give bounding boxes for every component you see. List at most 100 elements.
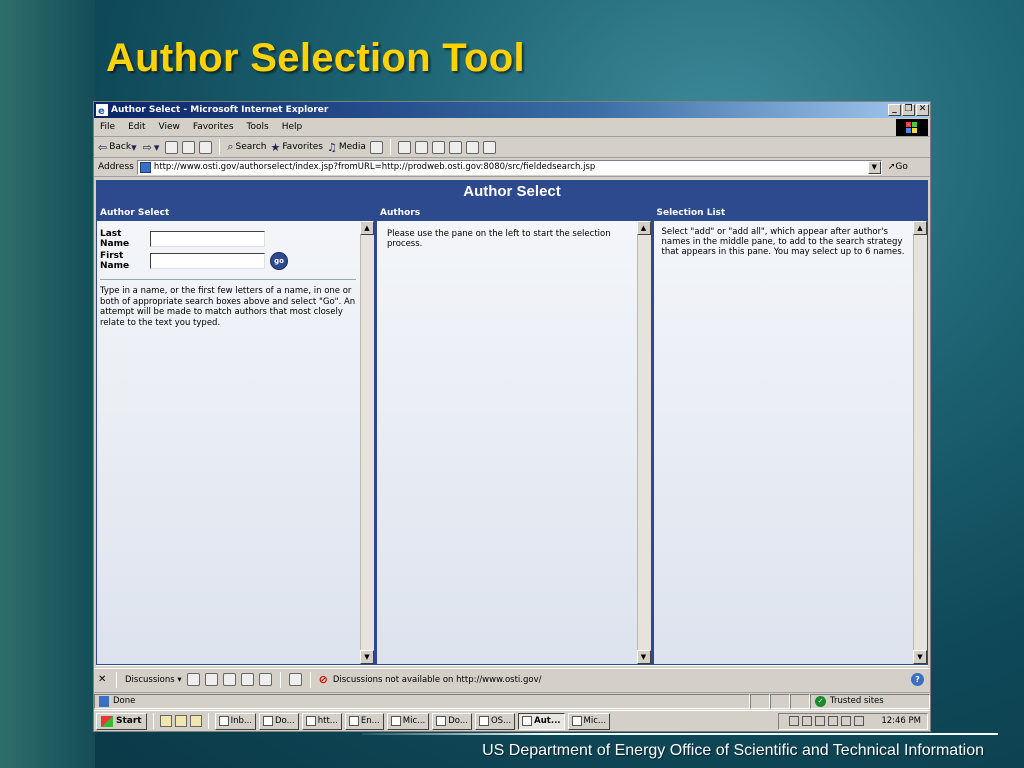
discussions-menu[interactable]: Discussions ▾ (125, 675, 182, 685)
last-name-input[interactable] (150, 231, 265, 247)
history-icon[interactable] (369, 140, 383, 154)
volume-icon[interactable] (789, 716, 800, 726)
task-button[interactable]: Mic... (567, 712, 611, 730)
app-icon (305, 716, 316, 726)
close-button[interactable]: ✕ (916, 104, 929, 116)
svg-text:e: e (98, 106, 105, 116)
slide-background (0, 0, 95, 768)
discussion-tool-icon[interactable] (258, 673, 272, 686)
task-button[interactable]: Inb... (214, 712, 257, 730)
refresh-icon[interactable] (182, 140, 196, 154)
tray-app-icon[interactable] (828, 716, 839, 726)
scroll-up-icon[interactable]: ▲ (636, 221, 651, 235)
menu-view[interactable]: View (159, 122, 180, 132)
task-button[interactable]: OS... (474, 712, 516, 730)
outlook-icon[interactable] (174, 715, 187, 727)
scroll-down-icon[interactable]: ▼ (913, 650, 927, 664)
help-icon[interactable]: ? (911, 673, 924, 686)
status-text: Done (113, 696, 136, 706)
menu-favorites[interactable]: Favorites (193, 122, 234, 132)
page-content: Author Select Author Select Last Name Fi… (96, 180, 928, 666)
menu-edit[interactable]: Edit (128, 122, 145, 132)
forward-arrow-icon: ⇨ (142, 140, 152, 154)
network-icon[interactable] (802, 716, 813, 726)
tray-app-icon[interactable] (815, 716, 826, 726)
system-tray: 12:46 PM (778, 712, 928, 730)
app-icon (436, 716, 447, 726)
window-title: Author Select - Microsoft Internet Explo… (111, 105, 329, 115)
start-button[interactable]: Start (96, 712, 147, 730)
go-button[interactable]: ➚Go (888, 162, 908, 172)
address-label: Address (98, 162, 134, 172)
task-button[interactable]: Do... (259, 712, 299, 730)
discussion-tool-icon[interactable] (222, 673, 236, 686)
research-icon[interactable] (482, 140, 496, 154)
toolbar-separator (279, 671, 281, 688)
ie-launch-icon[interactable] (189, 715, 202, 727)
menu-tools[interactable]: Tools (247, 122, 269, 132)
first-name-label: First Name (100, 251, 130, 271)
scroll-down-icon[interactable]: ▼ (360, 650, 374, 664)
standard-toolbar: ⇦ Back ▾ ⇨ ▾ ⌕ Search ★ Favorites ♫ Media (94, 137, 930, 158)
help-text: Type in a name, or the first few letters… (100, 286, 356, 328)
maximize-button[interactable]: ❐ (902, 104, 915, 116)
windows-logo-icon (896, 119, 928, 136)
scroll-down-icon[interactable]: ▼ (636, 650, 651, 664)
home-icon[interactable] (199, 140, 213, 154)
app-icon (263, 716, 274, 726)
status-text-cell: Done (94, 693, 750, 709)
print-icon[interactable] (414, 140, 428, 154)
scrollbar[interactable]: ▲ ▼ (360, 221, 374, 664)
back-button[interactable]: ⇦ Back ▾ (98, 141, 139, 154)
toolbar-separator (152, 713, 154, 729)
language-icon[interactable] (854, 716, 865, 726)
divider (100, 279, 356, 280)
close-icon[interactable]: ✕ (98, 674, 108, 685)
mail-icon[interactable] (397, 140, 411, 154)
search-button[interactable]: ⌕ Search (227, 140, 266, 154)
browser-window: e Author Select - Microsoft Internet Exp… (93, 101, 931, 732)
address-input[interactable]: http://www.osti.gov/authorselect/index.j… (136, 159, 882, 175)
stop-icon[interactable] (165, 140, 179, 154)
address-url: http://www.osti.gov/authorselect/index.j… (153, 162, 596, 172)
discussion-tool-icon[interactable] (240, 673, 254, 686)
address-dropdown-icon[interactable]: ▼ (867, 160, 881, 174)
panes-container: Author Select Last Name First Name go Ty… (96, 204, 928, 665)
task-button[interactable]: Do... (432, 712, 472, 730)
task-button[interactable]: htt... (301, 712, 342, 730)
subscribe-icon[interactable] (288, 673, 302, 686)
scrollbar[interactable]: ▲ ▼ (913, 221, 927, 664)
go-search-button[interactable]: go (270, 252, 288, 270)
menu-file[interactable]: File (100, 122, 115, 132)
task-button[interactable]: En... (344, 712, 384, 730)
media-icon: ♫ (326, 140, 337, 154)
app-icon (218, 716, 229, 726)
toolbar-separator (309, 671, 311, 688)
ie-logo-icon: e (96, 104, 108, 116)
page-icon (139, 161, 151, 173)
author-select-body: Last Name First Name go Type in a name, … (97, 221, 374, 664)
edit-icon[interactable] (431, 140, 445, 154)
app-icon (390, 716, 401, 726)
slide-footer: US Department of Energy Office of Scient… (482, 742, 984, 759)
task-button[interactable]: Mic... (386, 712, 430, 730)
tray-app-icon[interactable] (841, 716, 852, 726)
task-button-active[interactable]: Aut... (518, 712, 565, 730)
first-name-input[interactable] (150, 253, 265, 269)
status-cell (750, 693, 770, 709)
forward-button[interactable]: ⇨ ▾ (143, 141, 162, 154)
menu-help[interactable]: Help (282, 122, 303, 132)
scrollbar[interactable]: ▲ ▼ (636, 221, 651, 664)
toolbar-separator (389, 139, 391, 155)
discuss-icon[interactable] (448, 140, 462, 154)
minimize-button[interactable]: _ (888, 104, 901, 116)
favorites-button[interactable]: ★ Favorites (270, 141, 323, 154)
media-button[interactable]: ♫ Media (327, 141, 366, 154)
show-desktop-icon[interactable] (159, 715, 172, 727)
discussion-tool-icon[interactable] (204, 673, 218, 686)
scroll-up-icon[interactable]: ▲ (360, 221, 374, 235)
messenger-icon[interactable] (465, 140, 479, 154)
scroll-up-icon[interactable]: ▲ (913, 221, 927, 235)
discussion-tool-icon[interactable] (186, 673, 200, 686)
window-titlebar[interactable]: e Author Select - Microsoft Internet Exp… (94, 102, 930, 118)
